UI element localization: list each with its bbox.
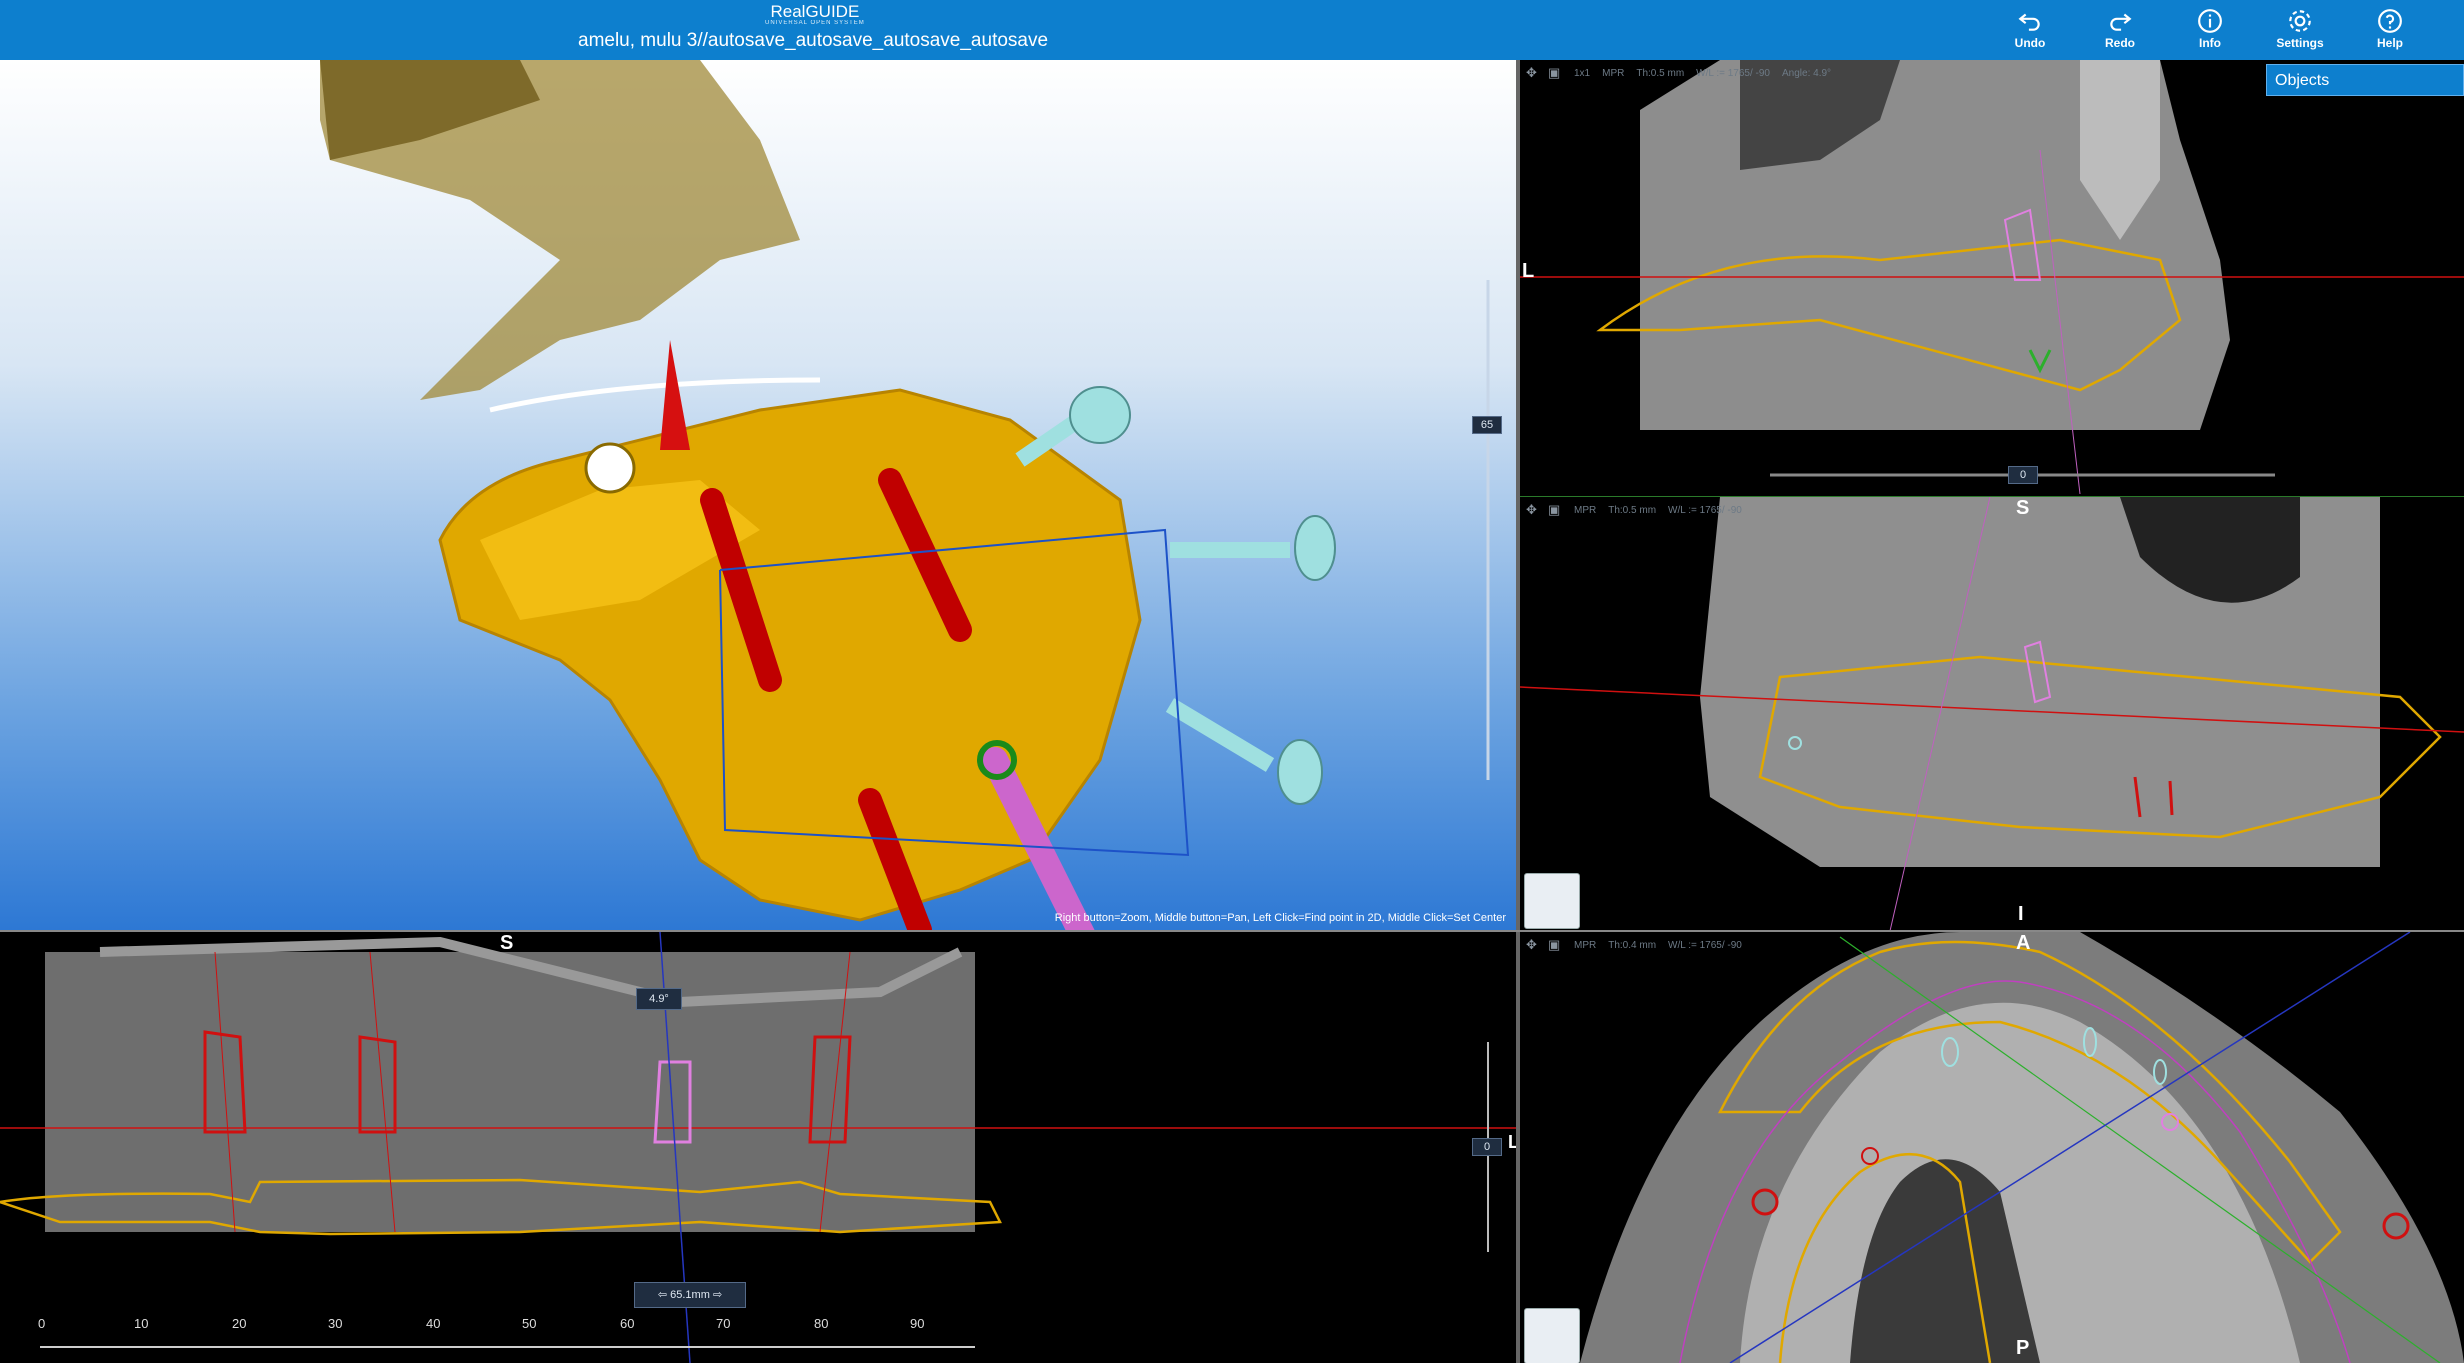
vertical-splitter[interactable]: [1516, 60, 1520, 1363]
panoramic-image[interactable]: [0, 932, 1516, 1363]
coronal-image[interactable]: [1520, 497, 2464, 931]
sagittal-slice-slider[interactable]: 0: [2008, 466, 2038, 484]
axial-image[interactable]: [1520, 932, 2464, 1363]
angle-label: Angle: 4.9°: [1782, 67, 1832, 79]
view-coronal[interactable]: ✥ ▣ MPR Th:0.5 mm W/L := 1765/ -90 S I: [1520, 496, 2464, 931]
window-level-label: W/L := 1765/ -90: [1668, 504, 1742, 516]
head-orientation-icon[interactable]: [1524, 873, 1580, 929]
document-title: amelu, mulu 3//autosave_autosave_autosav…: [578, 30, 1049, 51]
ruler-label: 20: [232, 1316, 247, 1331]
undo-label: Undo: [2014, 36, 2046, 50]
settings-button[interactable]: Settings: [2265, 4, 2335, 56]
undo-button[interactable]: Undo: [1995, 4, 2065, 56]
info-button[interactable]: Info: [2175, 4, 2245, 56]
distance-value: 65.1mm: [670, 1289, 710, 1301]
undo-icon: [1995, 4, 2065, 36]
view-3d[interactable]: 65 Right button=Zoom, Middle button=Pan,…: [0, 60, 1516, 930]
window-level-label: W/L := 1765/ -90: [1668, 939, 1742, 951]
ruler-label: 10: [134, 1316, 149, 1331]
move-icon[interactable]: ✥: [1526, 938, 1540, 951]
camera-icon[interactable]: ▣: [1548, 938, 1562, 951]
move-icon[interactable]: ✥: [1526, 66, 1540, 79]
orient-top-label: A: [2016, 932, 2031, 954]
ruler-label: 70: [716, 1316, 731, 1331]
mode-label: MPR: [1574, 504, 1597, 516]
orient-bottom-label: I: [2018, 903, 2024, 925]
ruler-label: 40: [426, 1316, 441, 1331]
gear-icon: [2265, 4, 2335, 36]
angle-readout: 4.9°: [636, 988, 682, 1010]
orient-bottom-label: P: [2016, 1337, 2030, 1359]
3d-model[interactable]: [0, 60, 1516, 930]
guide-hole: [584, 442, 636, 494]
orient-right-label: LR: [1508, 1132, 1516, 1152]
layout-label: 1x1: [1574, 67, 1591, 79]
thickness-label: Th:0.5 mm: [1608, 504, 1657, 516]
thickness-label: Th:0.4 mm: [1608, 939, 1657, 951]
ruler-label: 0: [38, 1316, 46, 1331]
app-logo: RealGUIDE UNIVERSAL OPEN SYSTEM: [765, 2, 865, 26]
axial-toolbar: ✥ ▣ MPR Th:0.4 mm W/L := 1765/ -90: [1526, 936, 1742, 954]
view-axial[interactable]: ✥ ▣ MPR Th:0.4 mm W/L := 1765/ -90 A P: [1520, 932, 2464, 1363]
ruler: 0 10 20 30 40 50 60 70 80 90: [38, 1316, 988, 1332]
settings-label: Settings: [2276, 36, 2324, 50]
thickness-label: Th:0.5 mm: [1636, 67, 1685, 79]
orient-left-label: L: [1522, 260, 1535, 282]
arrow-right-icon[interactable]: ⇨: [713, 1289, 722, 1301]
logo-subtitle: UNIVERSAL OPEN SYSTEM: [765, 20, 865, 26]
sagittal-image[interactable]: [1520, 60, 2464, 494]
ruler-label: 60: [620, 1316, 635, 1331]
redo-button[interactable]: Redo: [2085, 4, 2155, 56]
arrow-left-icon[interactable]: ⇦: [658, 1289, 667, 1301]
ruler-label: 80: [814, 1316, 829, 1331]
pano-slice-slider[interactable]: 0: [1472, 1138, 1502, 1156]
mode-label: MPR: [1574, 939, 1597, 951]
view-panoramic[interactable]: S LR 4.9° ⇦ 65.1mm ⇨ 0 0 10 20 30 40 50 …: [0, 932, 1516, 1363]
redo-icon: [2085, 4, 2155, 36]
head-orientation-icon[interactable]: [1524, 1308, 1580, 1363]
redo-label: Redo: [2105, 36, 2135, 50]
distance-readout[interactable]: ⇦ 65.1mm ⇨: [634, 1282, 746, 1308]
help-button[interactable]: Help: [2355, 4, 2425, 56]
ruler-label: 50: [522, 1316, 537, 1331]
mouse-hint: Right button=Zoom, Middle button=Pan, Le…: [1054, 912, 1506, 924]
orient-top-label: S: [2016, 497, 2030, 519]
ruler-label: 90: [910, 1316, 925, 1331]
top-toolbar: RealGUIDE UNIVERSAL OPEN SYSTEM amelu, m…: [0, 0, 2464, 60]
horizontal-splitter[interactable]: [0, 930, 2464, 932]
camera-icon[interactable]: ▣: [1548, 66, 1562, 79]
ruler-label: 30: [328, 1316, 343, 1331]
camera-icon[interactable]: ▣: [1548, 503, 1562, 516]
move-icon[interactable]: ✥: [1526, 503, 1540, 516]
view-sagittal[interactable]: ✥ ▣ 1x1 MPR Th:0.5 mm W/L := 1765/ -90 An…: [1520, 60, 2464, 494]
orient-top-label: S: [500, 932, 514, 954]
coronal-toolbar: ✥ ▣ MPR Th:0.5 mm W/L := 1765/ -90: [1526, 501, 1742, 519]
objects-button[interactable]: Objects: [2266, 64, 2464, 96]
3d-zoom-slider[interactable]: 65: [1472, 416, 1502, 434]
logo-text: RealGUIDE: [770, 2, 860, 21]
help-label: Help: [2376, 36, 2403, 50]
sagittal-toolbar: ✥ ▣ 1x1 MPR Th:0.5 mm W/L := 1765/ -90 An…: [1526, 64, 1831, 82]
window-level-label: W/L := 1765/ -90: [1696, 67, 1770, 79]
mode-label: MPR: [1602, 67, 1625, 79]
info-label: Info: [2199, 36, 2221, 50]
help-icon: [2355, 4, 2425, 36]
info-icon: [2175, 4, 2245, 36]
